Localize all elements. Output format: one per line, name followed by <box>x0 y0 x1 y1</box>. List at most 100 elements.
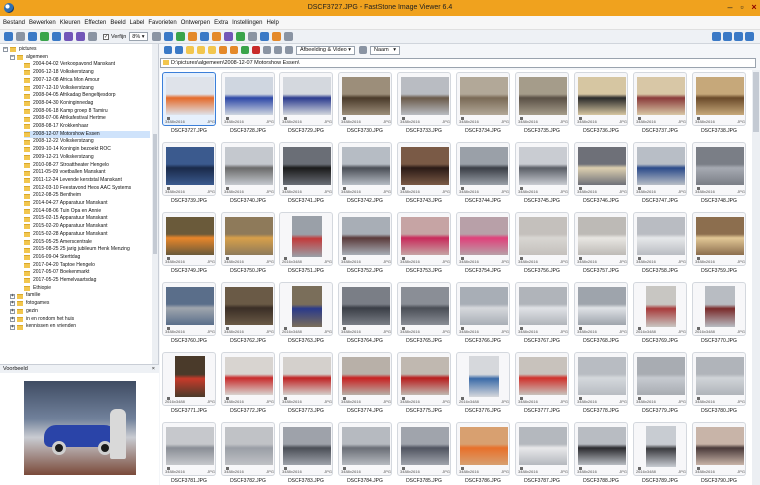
menu-beeld[interactable]: Beeld <box>110 20 125 26</box>
tree-item[interactable]: 2008-04-05 Afrikadag Bengeltjesdorp <box>24 92 150 100</box>
thumbnail-item[interactable]: 3488x2616 JPG DSCF3784.JPG <box>338 422 392 484</box>
thumbnail-item[interactable]: 3488x2616 JPG DSCF3759.JPG <box>692 212 746 274</box>
save-icon[interactable] <box>28 32 37 41</box>
tree-item[interactable]: 2015-05-25 Amerscentrale <box>24 239 150 247</box>
thumbnail-item[interactable]: 3488x2616 JPG DSCF3757.JPG <box>574 212 628 274</box>
tree-item[interactable]: 2017-05-25 Hemelvaartsdag <box>24 277 150 285</box>
thumbnail-item[interactable]: 3488x2616 JPG DSCF3756.JPG <box>515 212 569 274</box>
thumbnail-frame[interactable]: 3488x2616 JPG <box>162 212 216 266</box>
thumbnail-item[interactable]: 3488x2616 JPG DSCF3727.JPG <box>162 72 216 134</box>
tree-item[interactable]: 2004-04-02 Verkoopavond Manskant <box>24 61 150 69</box>
menu-effecten[interactable]: Effecten <box>84 20 106 26</box>
tree-group[interactable]: + gezin <box>10 308 150 316</box>
layout-browser-icon[interactable] <box>712 32 721 41</box>
rotate-right-icon[interactable] <box>163 32 173 41</box>
minimize-button[interactable]: – <box>724 2 736 13</box>
tree-item[interactable]: 2017-05-07 Boekenmarkt <box>24 269 150 277</box>
thumbnail-frame[interactable]: 2616x3488 JPG <box>162 352 216 406</box>
rename-icon[interactable] <box>235 32 245 41</box>
menu-favorieten[interactable]: Favorieten <box>148 20 176 26</box>
thumbnail-item[interactable]: 3488x2616 JPG DSCF3780.JPG <box>692 352 746 414</box>
layout-thumb-icon[interactable] <box>734 32 743 41</box>
thumbnail-item[interactable]: 3488x2616 JPG DSCF3744.JPG <box>456 142 510 204</box>
compare-icon[interactable] <box>223 32 233 41</box>
thumbnail-item[interactable]: 2616x3488 JPG DSCF3763.JPG <box>279 282 333 344</box>
tree-item[interactable]: 2014-08-06 Tuin Opa en Annie <box>24 208 150 216</box>
thumbnail-item[interactable]: 3488x2616 JPG DSCF3760.JPG <box>162 282 216 344</box>
thumbnail-item[interactable]: 3488x2616 JPG DSCF3758.JPG <box>633 212 687 274</box>
tree-group[interactable]: + fotogames <box>10 300 150 308</box>
tree-item[interactable]: 2016-09-04 Sterttdag <box>24 254 150 262</box>
copy-to-icon[interactable] <box>219 46 227 54</box>
parent-folder-icon[interactable] <box>186 46 194 54</box>
thumbnail-frame[interactable]: 3488x2616 JPG <box>515 422 569 476</box>
thumbnail-item[interactable]: 3488x2616 JPG DSCF3783.JPG <box>279 422 333 484</box>
thumbnail-frame[interactable]: 3488x2616 JPG <box>692 212 746 266</box>
thumbnail-frame[interactable]: 3488x2616 JPG <box>338 72 392 126</box>
thumbnail-frame[interactable]: 3488x2616 JPG <box>515 212 569 266</box>
thumbnail-frame[interactable]: 3488x2616 JPG <box>515 352 569 406</box>
menu-ontwerpen[interactable]: Ontwerpen <box>181 20 210 26</box>
zoom-select[interactable]: 8% ▾ <box>129 32 148 41</box>
thumbnail-frame[interactable]: 3488x2616 JPG <box>397 212 451 266</box>
menu-kleuren[interactable]: Kleuren <box>60 20 81 26</box>
thumbnail-item[interactable]: 3488x2616 JPG DSCF3787.JPG <box>515 422 569 484</box>
grid-scrollbar[interactable] <box>752 70 760 485</box>
tree-item[interactable]: Ethiopie <box>24 285 150 293</box>
thumbnail-item[interactable]: 3488x2616 JPG DSCF3742.JPG <box>338 142 392 204</box>
thumbnail-frame[interactable]: 3488x2616 JPG <box>397 352 451 406</box>
thumbnail-frame[interactable]: 3488x2616 JPG <box>633 142 687 196</box>
thumbnail-frame[interactable]: 3488x2616 JPG <box>692 422 746 476</box>
thumbnail-item[interactable]: 3488x2616 JPG DSCF3766.JPG <box>456 282 510 344</box>
thumbnail-item[interactable]: 3488x2616 JPG DSCF3775.JPG <box>397 352 451 414</box>
tree-item[interactable]: 2015-02-15 Apparatuur Manskant <box>24 215 150 223</box>
thumbnail-item[interactable]: 3488x2616 JPG DSCF3739.JPG <box>162 142 216 204</box>
thumbnail-item[interactable]: 3488x2616 JPG DSCF3774.JPG <box>338 352 392 414</box>
tree-item[interactable]: 2006-12-18 Volkskerstzang <box>24 69 150 77</box>
view-details-icon[interactable] <box>274 46 282 54</box>
email-icon[interactable] <box>52 32 61 41</box>
thumbnail-frame[interactable]: 3488x2616 JPG <box>221 142 275 196</box>
tree-item[interactable]: 2015-02-28 Apparatuur Manskant <box>24 231 150 239</box>
thumbnail-frame[interactable]: 3488x2616 JPG <box>574 72 628 126</box>
thumbnail-item[interactable]: 3488x2616 JPG DSCF3764.JPG <box>338 282 392 344</box>
thumbnail-frame[interactable]: 2616x3488 JPG <box>279 282 333 336</box>
wallpaper-icon[interactable] <box>259 32 269 41</box>
thumbnail-item[interactable]: 3488x2616 JPG DSCF3753.JPG <box>397 212 451 274</box>
thumbnail-frame[interactable]: 3488x2616 JPG <box>456 422 510 476</box>
thumbnail-frame[interactable]: 3488x2616 JPG <box>574 352 628 406</box>
thumbnail-frame[interactable]: 2616x3488 JPG <box>279 212 333 266</box>
tree-item[interactable]: 2012-03-10 Feestavond Heos AAC Systems <box>24 185 150 193</box>
thumbnail-frame[interactable]: 3488x2616 JPG <box>456 72 510 126</box>
thumbnail-frame[interactable]: 3488x2616 JPG <box>162 142 216 196</box>
thumbnail-frame[interactable]: 3488x2616 JPG <box>397 72 451 126</box>
thumbnail-item[interactable]: 2616x3488 JPG DSCF3776.JPG <box>456 352 510 414</box>
thumbnail-item[interactable]: 3488x2616 JPG DSCF3752.JPG <box>338 212 392 274</box>
thumbnail-frame[interactable]: 3488x2616 JPG <box>574 422 628 476</box>
thumbnail-frame[interactable]: 2616x3488 JPG <box>692 282 746 336</box>
expander-icon[interactable]: + <box>10 301 15 307</box>
thumbnail-item[interactable]: 3488x2616 JPG DSCF3728.JPG <box>221 72 275 134</box>
thumbnail-item[interactable]: 3488x2616 JPG DSCF3749.JPG <box>162 212 216 274</box>
filter-select[interactable]: Afbeelding & Video ▾ <box>296 45 355 55</box>
thumbnail-item[interactable]: 3488x2616 JPG DSCF3785.JPG <box>397 422 451 484</box>
thumbnail-frame[interactable]: 3488x2616 JPG <box>338 282 392 336</box>
acquire-icon[interactable] <box>16 32 25 41</box>
tree-item[interactable]: 2014-04-27 Apparatuur Manskant <box>24 200 150 208</box>
thumbnail-item[interactable]: 3488x2616 JPG DSCF3737.JPG <box>633 72 687 134</box>
thumbnail-item[interactable]: 3488x2616 JPG DSCF3743.JPG <box>397 142 451 204</box>
menu-bestand[interactable]: Bestand <box>3 20 25 26</box>
layout-fullscreen-icon[interactable] <box>745 32 754 41</box>
thumbnail-frame[interactable]: 3488x2616 JPG <box>221 422 275 476</box>
print-icon[interactable] <box>40 32 49 41</box>
thumbnail-item[interactable]: 2616x3488 JPG DSCF3769.JPG <box>633 282 687 344</box>
thumbnail-frame[interactable]: 2616x3488 JPG <box>456 352 510 406</box>
thumbnail-frame[interactable]: 3488x2616 JPG <box>279 422 333 476</box>
tree-group[interactable]: + familie <box>10 292 150 300</box>
tree-item[interactable]: 2009-10-14 Koningin bezoekt ROC <box>24 146 150 154</box>
thumbnail-item[interactable]: 3488x2616 JPG DSCF3754.JPG <box>456 212 510 274</box>
menu-label[interactable]: Label <box>130 20 145 26</box>
thumbnail-frame[interactable]: 3488x2616 JPG <box>279 352 333 406</box>
thumbnail-frame[interactable]: 2616x3488 JPG <box>633 282 687 336</box>
thumbnail-frame[interactable]: 3488x2616 JPG <box>397 422 451 476</box>
